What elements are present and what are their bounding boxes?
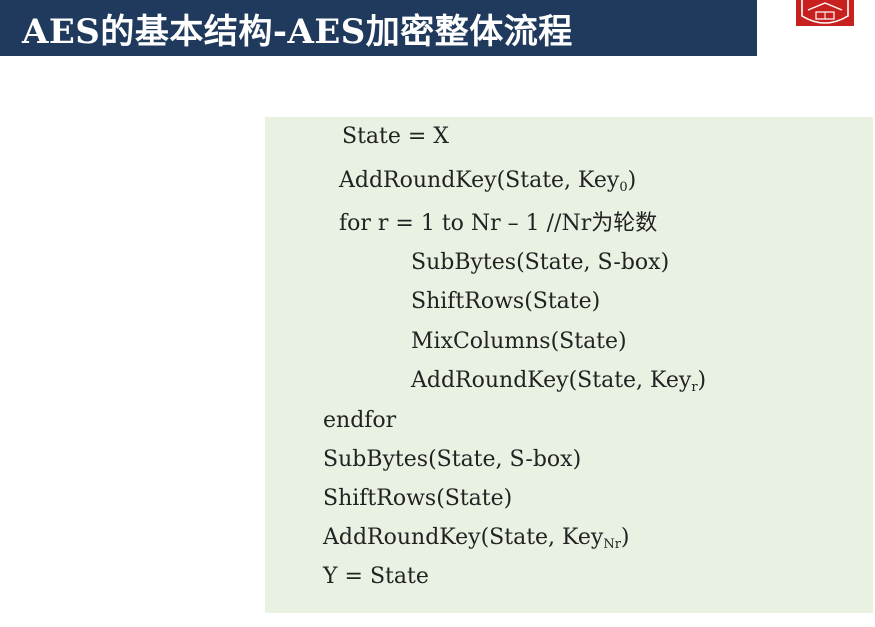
code-line: Y = State bbox=[323, 564, 429, 589]
code-line: for r = 1 to Nr – 1 //Nr为轮数 bbox=[339, 211, 658, 236]
code-line: AddRoundKey(State, KeyNr) bbox=[323, 525, 630, 552]
code-line: endfor bbox=[323, 408, 397, 433]
university-seal-icon bbox=[796, 0, 854, 26]
code-line: ShiftRows(State) bbox=[411, 289, 601, 314]
slide-title: AES的基本结构-AES加密整体流程 bbox=[22, 11, 573, 52]
subscript: Nr bbox=[603, 537, 621, 552]
code-line: SubBytes(State, S-box) bbox=[323, 447, 582, 472]
subscript: 0 bbox=[619, 180, 628, 195]
title-bar: AES的基本结构-AES加密整体流程 bbox=[0, 0, 757, 56]
code-line: AddRoundKey(State, Key0) bbox=[339, 168, 637, 195]
code-line: SubBytes(State, S-box) bbox=[411, 250, 670, 275]
code-line: ShiftRows(State) bbox=[323, 486, 513, 511]
code-line: AddRoundKey(State, Keyr) bbox=[411, 368, 707, 395]
code-block: State = X AddRoundKey(State, Key0) for r… bbox=[265, 117, 873, 613]
code-line: MixColumns(State) bbox=[411, 329, 627, 354]
code-line: State = X bbox=[342, 124, 449, 149]
